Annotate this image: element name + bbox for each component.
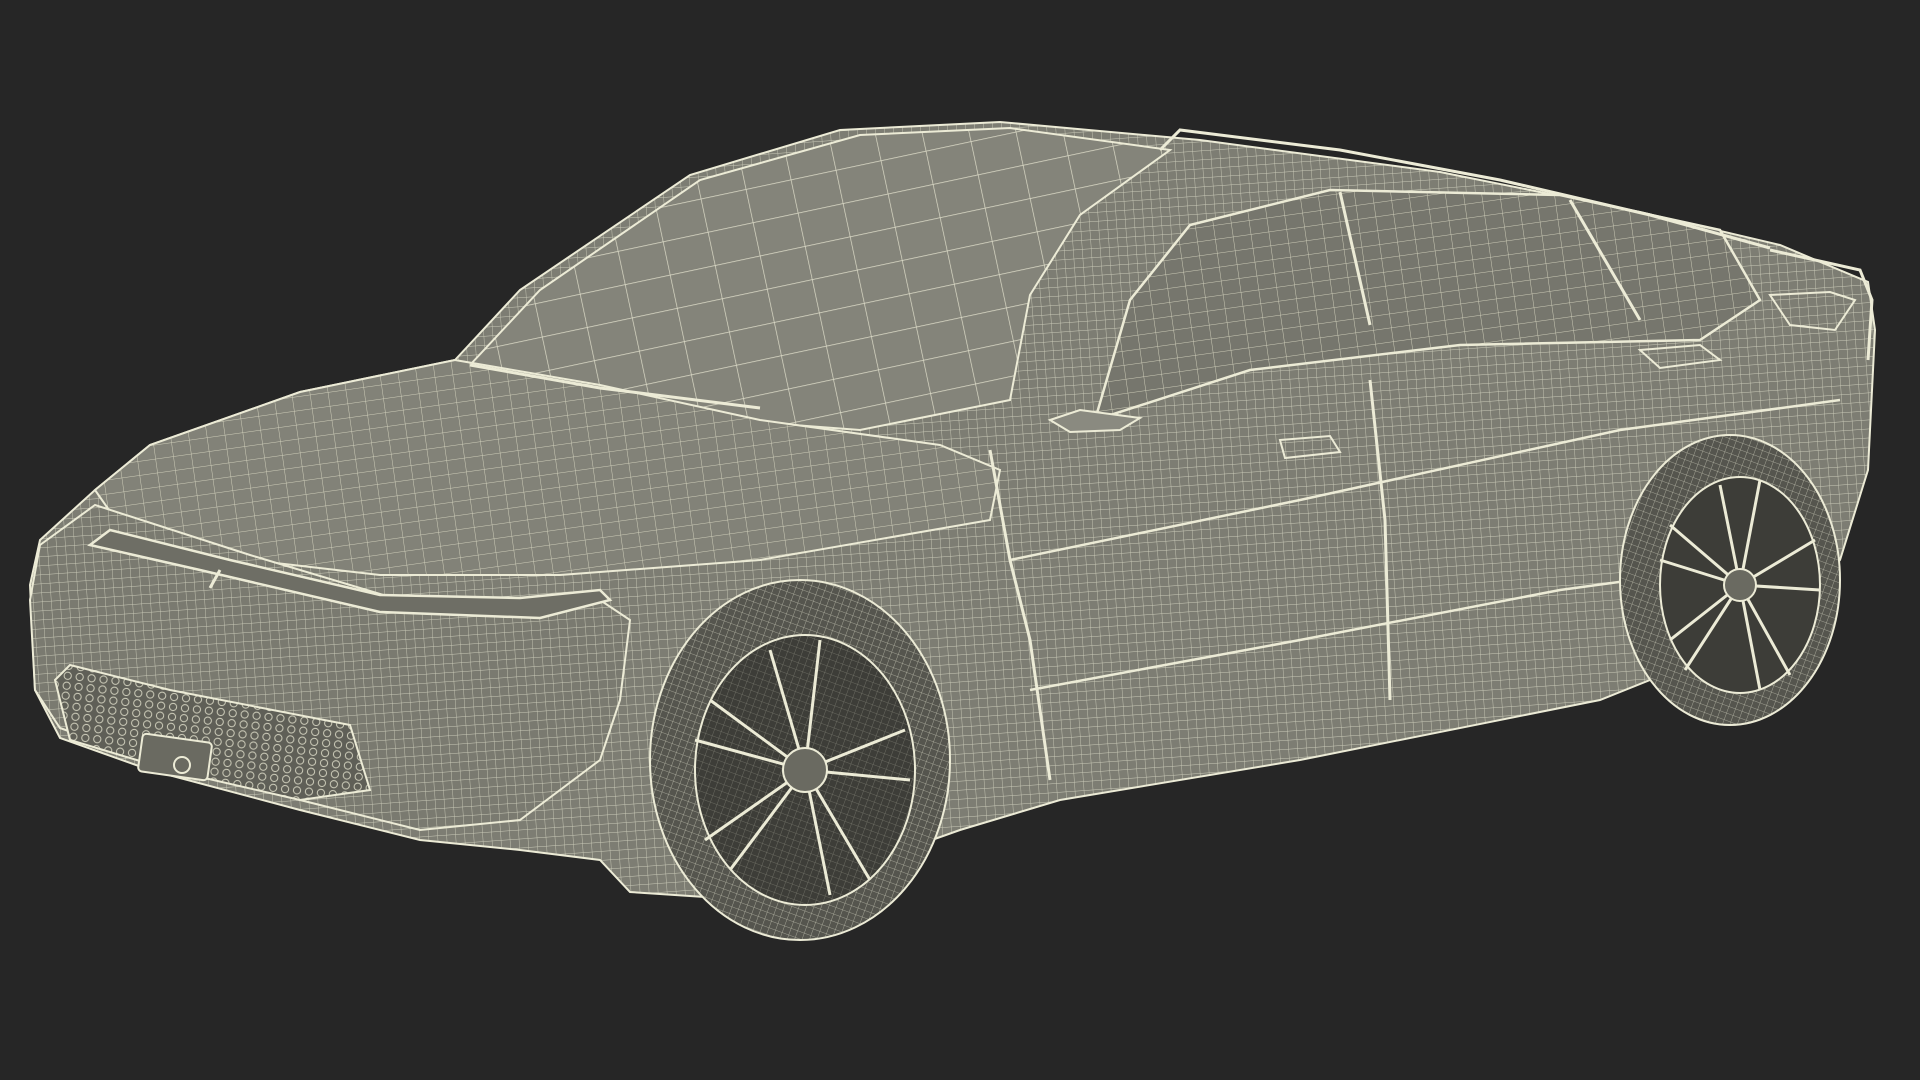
front-hub <box>782 747 828 793</box>
wireframe-car-render <box>28 120 1877 941</box>
rear-hub <box>1723 568 1757 602</box>
viewport <box>0 0 1920 1080</box>
front-wheel <box>649 579 951 941</box>
rear-wheel <box>1619 434 1841 726</box>
